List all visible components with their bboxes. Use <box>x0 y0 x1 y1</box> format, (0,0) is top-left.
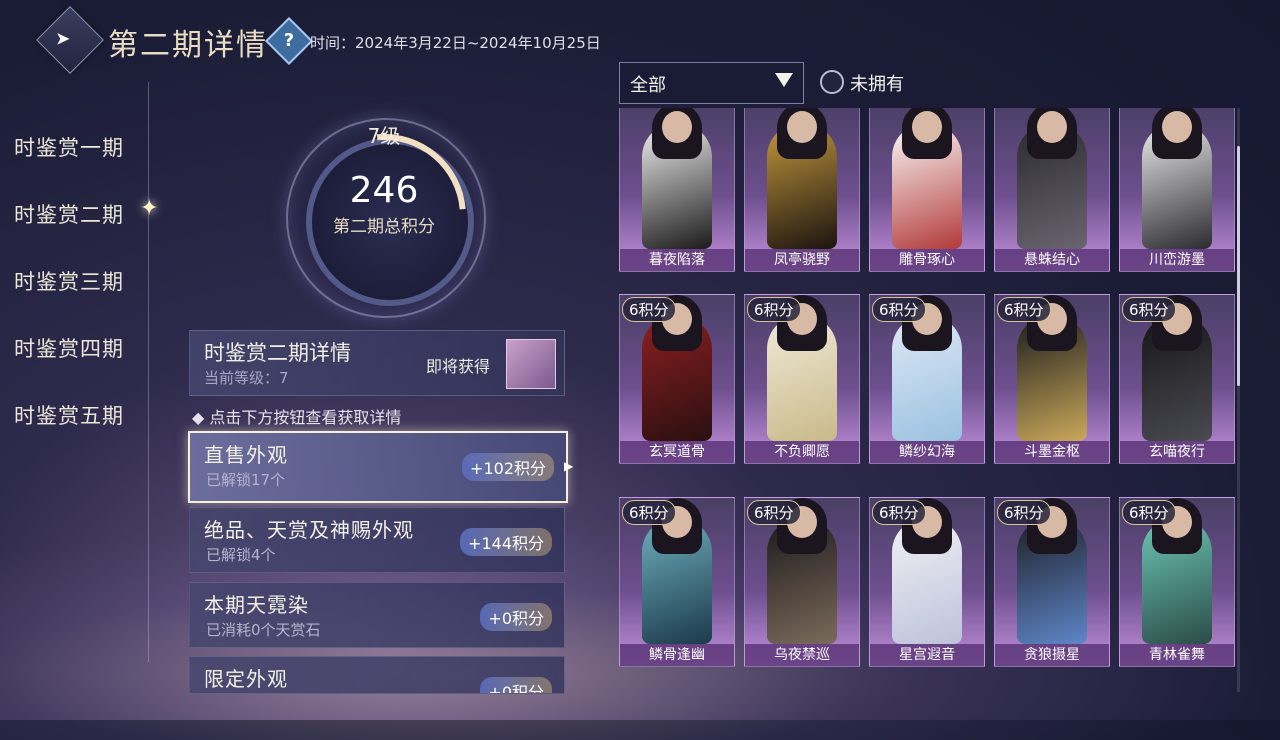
outfit-card[interactable]: 6积分斗墨金枢 <box>994 294 1110 464</box>
filter-selected: 全部 <box>630 75 666 96</box>
points-badge: 6积分 <box>747 297 801 322</box>
category-name: 本期天霓染 <box>204 593 309 617</box>
outfit-card[interactable]: 6积分贪狼摄星 <box>994 497 1110 667</box>
period-detail-card[interactable]: 时鉴赏二期详情 当前等级：7 即将获得 <box>189 330 565 396</box>
outfit-face <box>1162 111 1192 143</box>
points-badge: 6积分 <box>622 297 676 322</box>
outfit-card[interactable]: 6积分不负卿愿 <box>744 294 860 464</box>
outfit-card[interactable]: 凤亭骁野 <box>744 108 860 272</box>
outfit-name: 不负卿愿 <box>745 441 859 463</box>
category-name: 绝品、天赏及神赐外观 <box>204 518 414 542</box>
category-limited[interactable]: 限定外观 +0积分 <box>189 656 565 694</box>
outfit-name: 斗墨金枢 <box>995 441 1109 463</box>
nav-item-period-3[interactable]: 时鉴赏三期 <box>14 266 124 296</box>
score-caption: 第二期总积分 <box>333 217 435 237</box>
outfit-card[interactable]: 川峦游墨 <box>1119 108 1235 272</box>
points-badge: 6积分 <box>872 500 926 525</box>
nav-divider <box>148 82 149 662</box>
outfit-card[interactable]: 悬蛛结心 <box>994 108 1110 272</box>
category-points: +0积分 <box>480 603 552 631</box>
outfit-name: 星宫遐音 <box>870 644 984 666</box>
hint-text: ◆ 点击下方按钮查看获取详情 <box>192 408 402 427</box>
category-points: +144积分 <box>460 528 552 556</box>
points-badge: 6积分 <box>1122 500 1176 525</box>
back-button[interactable]: ➤ <box>36 6 104 74</box>
unowned-radio-label[interactable]: 未拥有 <box>850 70 904 96</box>
period-time: 时间：2024年3月22日~2024年10月25日 <box>310 32 601 53</box>
category-sub: 已解锁4个 <box>206 546 276 564</box>
outfit-name: 青林雀舞 <box>1120 644 1234 666</box>
outfit-card[interactable]: 6积分玄喵夜行 <box>1119 294 1235 464</box>
time-range: 2024年3月22日~2024年10月25日 <box>355 34 601 52</box>
question-icon[interactable]: ? <box>264 16 314 66</box>
detail-title: 时鉴赏二期详情 <box>204 341 351 365</box>
points-badge: 6积分 <box>997 500 1051 525</box>
time-label: 时间： <box>310 34 356 52</box>
outfit-name: 乌夜禁巡 <box>745 644 859 666</box>
nav-item-period-2[interactable]: 时鉴赏二期 <box>14 199 124 229</box>
outfit-card[interactable]: 6积分鳞纱幻海 <box>869 294 985 464</box>
score-total: 246 <box>349 170 419 211</box>
category-points: +102积分 <box>462 453 554 481</box>
score-level: 7级 <box>367 124 401 148</box>
category-direct-sale[interactable]: 直售外观 已解锁17个 +102积分 <box>188 431 568 503</box>
outfit-name: 暮夜陷落 <box>620 249 734 271</box>
outfit-name: 玄冥道骨 <box>620 441 734 463</box>
category-points: +0积分 <box>480 677 552 693</box>
outfit-name: 贪狼摄星 <box>995 644 1109 666</box>
outfit-name: 悬蛛结心 <box>995 249 1109 271</box>
outfit-card[interactable]: 6积分乌夜禁巡 <box>744 497 860 667</box>
outfit-face <box>787 111 817 143</box>
outfit-card[interactable]: 雕骨琢心 <box>869 108 985 272</box>
category-name: 直售外观 <box>204 443 288 467</box>
points-badge: 6积分 <box>1122 297 1176 322</box>
category-sub: 已解锁17个 <box>206 471 286 489</box>
points-badge: 6积分 <box>747 500 801 525</box>
outfit-name: 凤亭骁野 <box>745 249 859 271</box>
category-premium[interactable]: 绝品、天赏及神赐外观 已解锁4个 +144积分 <box>189 507 565 573</box>
outfit-card[interactable]: 6积分青林雀舞 <box>1119 497 1235 667</box>
back-arrow-icon: ➤ <box>55 28 71 50</box>
active-pointer-icon: ▶ <box>564 459 574 473</box>
category-name: 限定外观 <box>204 667 288 691</box>
outfit-grid: 暮夜陷落 凤亭骁野 雕骨琢心 悬蛛结心 川峦游墨 6积分 玄冥道骨 6积分 不负卿愿 6积分 鳞纱幻… <box>619 108 1239 692</box>
reward-thumbnail[interactable] <box>506 339 556 389</box>
points-badge: 6积分 <box>872 297 926 322</box>
coming-soon-label: 即将获得 <box>426 357 491 376</box>
filter-dropdown[interactable]: 全部 <box>619 62 804 104</box>
outfit-card[interactable]: 6积分星宫遐音 <box>869 497 985 667</box>
outfit-card[interactable]: 暮夜陷落 <box>619 108 735 272</box>
category-dye[interactable]: 本期天霓染 已消耗0个天赏石 +0积分 <box>189 582 565 648</box>
outfit-name: 雕骨琢心 <box>870 249 984 271</box>
nav-item-period-4[interactable]: 时鉴赏四期 <box>14 333 124 363</box>
outfit-card[interactable]: 6积分鳞骨逢幽 <box>619 497 735 667</box>
points-badge: 6积分 <box>997 297 1051 322</box>
chevron-down-icon <box>775 73 793 87</box>
outfit-name: 鳞纱幻海 <box>870 441 984 463</box>
outfit-face <box>662 111 692 143</box>
outfit-name: 玄喵夜行 <box>1120 441 1234 463</box>
category-sub: 已消耗0个天赏石 <box>206 621 321 639</box>
outfit-face <box>912 111 942 143</box>
outfit-card[interactable]: 6积分玄冥道骨 <box>619 294 735 464</box>
outfit-name: 鳞骨逢幽 <box>620 644 734 666</box>
unowned-radio[interactable] <box>820 70 844 94</box>
page-title: 第二期详情 <box>108 28 268 63</box>
nav-item-period-5[interactable]: 时鉴赏五期 <box>14 400 124 430</box>
points-badge: 6积分 <box>622 500 676 525</box>
outfit-name: 川峦游墨 <box>1120 249 1234 271</box>
active-star-icon: ✦ <box>140 196 159 221</box>
outfit-face <box>1037 111 1067 143</box>
nav-item-period-1[interactable]: 时鉴赏一期 <box>14 132 124 162</box>
detail-current-level: 当前等级：7 <box>204 369 289 387</box>
